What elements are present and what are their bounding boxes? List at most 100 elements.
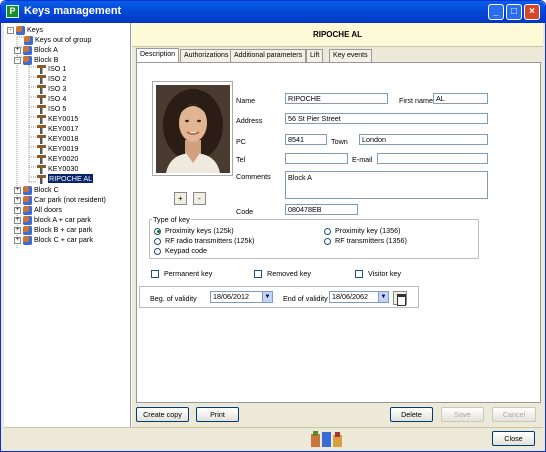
- radio-button[interactable]: [324, 237, 331, 245]
- tree-item[interactable]: Keys out of group: [24, 35, 91, 45]
- tree-item[interactable]: KEY0030: [37, 164, 78, 174]
- key-icon: [37, 104, 46, 114]
- tree-item[interactable]: + Car park (not resident): [14, 195, 106, 205]
- dropdown-arrow-icon[interactable]: ▼: [262, 292, 272, 302]
- cancel-button[interactable]: Cancel: [492, 407, 536, 422]
- dropdown-arrow-icon[interactable]: ▼: [378, 292, 388, 302]
- tab-lift[interactable]: Lift: [306, 49, 324, 62]
- client-area: - Keys Keys out of group + Block A - Block …: [4, 23, 543, 449]
- key-icon: [37, 124, 46, 134]
- window-close-button[interactable]: ×: [524, 4, 540, 20]
- tree-item[interactable]: ISO 5: [37, 104, 66, 114]
- tree-item[interactable]: + Block B + car park: [14, 225, 93, 235]
- name-field[interactable]: RIPOCHE: [285, 93, 388, 104]
- print-button[interactable]: Print: [196, 407, 239, 422]
- tab-key-events[interactable]: Key events: [329, 49, 372, 62]
- expand-toggle[interactable]: +: [14, 226, 21, 234]
- pc-label: PC: [236, 137, 246, 146]
- first-name-field[interactable]: AL: [433, 93, 488, 104]
- radio-keypad-code[interactable]: Keypad code: [154, 246, 207, 255]
- tree-item[interactable]: KEY0020: [37, 154, 78, 164]
- keys-tree[interactable]: - Keys Keys out of group + Block A - Block …: [4, 23, 131, 427]
- pc-field[interactable]: 8541: [285, 134, 327, 145]
- radio-button[interactable]: [154, 247, 161, 255]
- expand-toggle[interactable]: +: [14, 236, 21, 244]
- tree-item[interactable]: KEY0018: [37, 134, 78, 144]
- tab-description[interactable]: Description: [136, 48, 180, 62]
- key-icon: [37, 64, 46, 74]
- radio-rf-1356[interactable]: RF transmitters (1356): [324, 236, 407, 245]
- tree-item[interactable]: + Block C + car park: [14, 235, 93, 245]
- maximize-button[interactable]: □: [506, 4, 522, 20]
- tree-item[interactable]: ISO 1: [37, 64, 66, 74]
- remove-photo-button[interactable]: -: [193, 192, 206, 205]
- key-icon: [37, 84, 46, 94]
- tab-authorizations[interactable]: Authorizations: [180, 49, 233, 62]
- collapse-toggle[interactable]: -: [7, 26, 14, 34]
- add-photo-button[interactable]: +: [174, 192, 187, 205]
- code-field[interactable]: 080478EB: [285, 204, 358, 215]
- delete-button[interactable]: Delete: [390, 407, 433, 422]
- expand-toggle[interactable]: +: [14, 46, 21, 54]
- comments-field[interactable]: Block A: [285, 171, 488, 199]
- create-copy-button[interactable]: Create copy: [136, 407, 189, 422]
- key-icon: [37, 114, 46, 124]
- town-field[interactable]: London: [359, 134, 488, 145]
- visitor-key-checkbox[interactable]: Visitor key: [355, 269, 401, 279]
- tree-root[interactable]: - Keys: [7, 25, 43, 35]
- minimize-button[interactable]: _: [488, 4, 504, 20]
- permanent-key-checkbox[interactable]: Permanent key: [151, 269, 212, 279]
- tree-item[interactable]: KEY0017: [37, 124, 78, 134]
- radio-proximity-1356[interactable]: Proximity key (1356): [324, 226, 401, 235]
- tree-item[interactable]: + All doors: [14, 205, 62, 215]
- radio-button[interactable]: [324, 227, 331, 235]
- tree-item[interactable]: KEY0015: [37, 114, 78, 124]
- radio-rf-radio-125k[interactable]: RF radio transmitters (125k): [154, 236, 254, 245]
- calendar-icon[interactable]: [393, 291, 407, 306]
- address-field[interactable]: 56 St Pier Street: [285, 113, 488, 124]
- tree-item[interactable]: + block A + car park: [14, 215, 91, 225]
- group-icon: [23, 235, 32, 245]
- key-name-header: RIPOCHE AL: [132, 23, 543, 47]
- title-bar[interactable]: P Keys management _ □ ×: [1, 1, 545, 23]
- expand-toggle[interactable]: +: [14, 216, 21, 224]
- group-icon: [23, 195, 32, 205]
- collapse-toggle[interactable]: -: [14, 56, 21, 64]
- key-icon: [37, 144, 46, 154]
- app-icon: P: [6, 5, 19, 18]
- tree-item-selected[interactable]: RIPOCHE AL: [37, 174, 94, 184]
- radio-proximity-125k[interactable]: Proximity keys (125k): [154, 226, 234, 235]
- tab-additional-parameters[interactable]: Additional parameters: [230, 49, 307, 62]
- tree-item[interactable]: + Block C: [14, 185, 59, 195]
- key-icon: [37, 174, 46, 184]
- group-icon: [23, 45, 32, 55]
- removed-key-checkbox[interactable]: Removed key: [254, 269, 311, 279]
- save-button[interactable]: Save: [441, 407, 484, 422]
- close-button[interactable]: Close: [492, 431, 535, 446]
- tree-item[interactable]: ISO 2: [37, 74, 66, 84]
- checkbox-box[interactable]: [151, 270, 159, 279]
- tel-label: Tel: [236, 155, 246, 164]
- radio-button[interactable]: [154, 237, 161, 245]
- radio-button-selected[interactable]: [154, 227, 161, 235]
- tree-item[interactable]: + Block A: [14, 45, 58, 55]
- email-field[interactable]: [377, 153, 488, 164]
- town-label: Town: [331, 137, 348, 146]
- expand-toggle[interactable]: +: [14, 206, 21, 214]
- tree-item[interactable]: KEY0019: [37, 144, 78, 154]
- end-validity-picker[interactable]: 18/06/2062 ▼: [329, 291, 389, 303]
- keys-management-window: P Keys management _ □ × - Keys Keys out …: [0, 0, 546, 452]
- checkbox-box[interactable]: [355, 270, 363, 279]
- address-label: Address: [236, 116, 263, 125]
- tel-field[interactable]: [285, 153, 348, 164]
- tree-item[interactable]: ISO 4: [37, 94, 66, 104]
- tree-item[interactable]: ISO 3: [37, 84, 66, 94]
- group-icon: [23, 55, 32, 65]
- name-label: Name: [236, 96, 256, 105]
- begin-validity-picker[interactable]: 18/06/2012 ▼: [210, 291, 273, 303]
- begin-validity-label: Beg. of validity: [150, 294, 197, 303]
- checkbox-box[interactable]: [254, 270, 262, 279]
- expand-toggle[interactable]: +: [14, 186, 21, 194]
- expand-toggle[interactable]: +: [14, 196, 21, 204]
- bottom-bar: Close: [4, 427, 543, 449]
